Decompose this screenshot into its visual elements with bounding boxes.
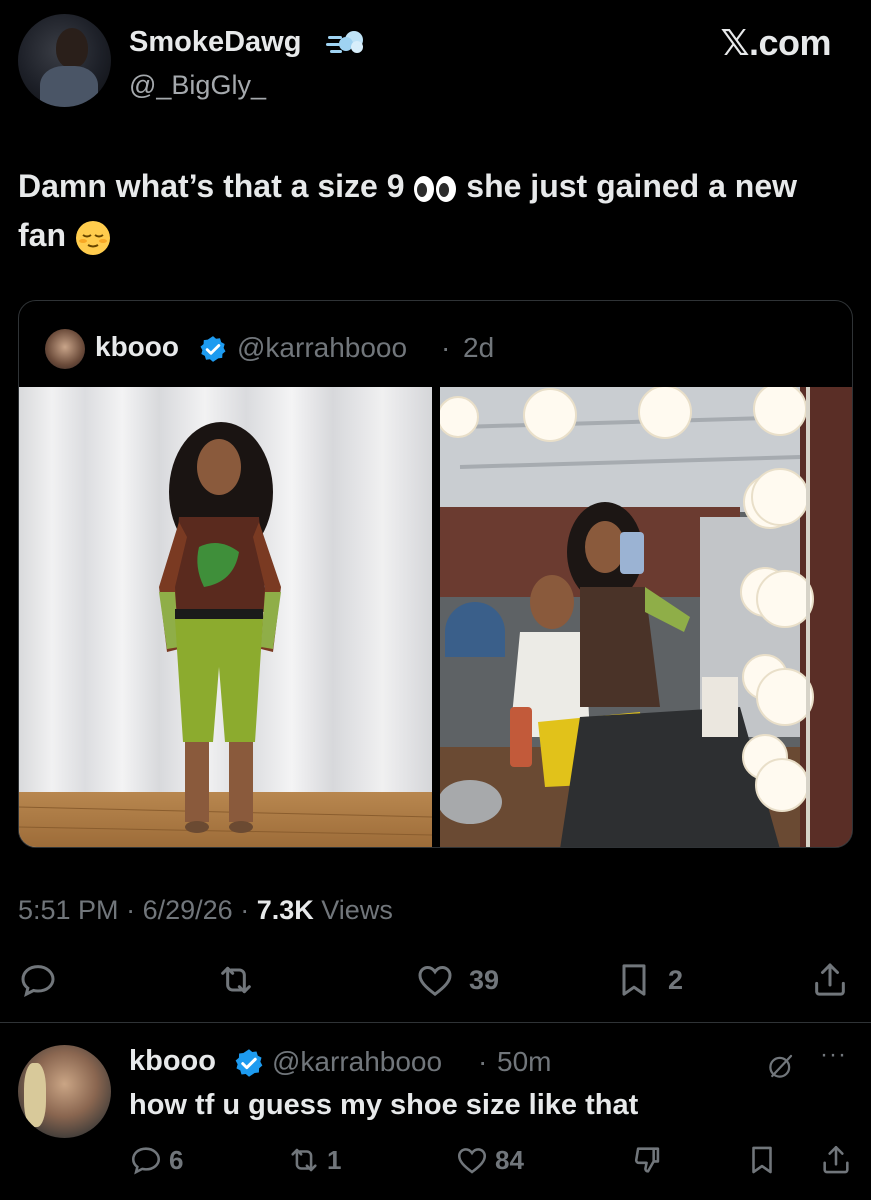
separator-dot: · [478, 1046, 488, 1077]
heart-icon [457, 1148, 487, 1174]
tweet-text-part1: Damn what’s that a size 9 [18, 168, 405, 204]
quoted-author-name[interactable]: kbooo [95, 331, 179, 363]
reply-reply-button[interactable]: 6 [129, 1141, 183, 1179]
verified-badge-icon [200, 336, 226, 362]
tweet-text: Damn what’s that a size 9 she just gaine… [18, 162, 838, 260]
reply-text: how tf u guess my shoe size like that [129, 1089, 639, 1121]
heart-icon [418, 965, 452, 997]
thumbs-down-icon [634, 1147, 660, 1173]
reply-share-button[interactable] [819, 1141, 853, 1179]
photo-1-illustration [19, 387, 432, 847]
reply-icon [21, 965, 55, 998]
relieved-face-emoji-icon [75, 220, 110, 255]
bookmark-icon [752, 1146, 772, 1174]
bookmark-icon [622, 964, 646, 996]
reply-like-button[interactable]: 84 [455, 1141, 524, 1179]
views-count: 7.3K [256, 895, 314, 925]
x-logo: 𝕏.com [720, 22, 831, 63]
more-options-button[interactable]: ··· [820, 1041, 847, 1069]
like-button[interactable]: 39 [415, 955, 499, 1005]
retweet-icon [291, 1148, 317, 1172]
reply-tweet[interactable]: kbooo @karrahbooo · 50m ··· how tf u gue… [18, 1041, 853, 1195]
bookmark-count: 2 [668, 964, 684, 995]
reply-icon [131, 1147, 161, 1175]
author-avatar[interactable] [18, 14, 111, 107]
tweet-time[interactable]: 5:51 PM [18, 895, 119, 925]
separator-dot: · [126, 895, 136, 925]
bookmark-button[interactable]: 2 [614, 955, 683, 1005]
author-name[interactable]: SmokeDawg [129, 26, 301, 59]
quoted-author-avatar[interactable] [45, 329, 85, 369]
tweet-header: SmokeDawg @_BigGly_ 𝕏.com [18, 14, 853, 110]
tweet-meta: 5:51 PM · 6/29/26 · 7.3K Views [18, 895, 393, 926]
eyes-emoji-icon [414, 175, 457, 202]
retweet-icon [221, 966, 251, 994]
separator-dot: · [240, 895, 250, 925]
quoted-tweet-header: kbooo @karrahbooo · 2d [45, 329, 825, 369]
reply-author-name[interactable]: kbooo [129, 1045, 216, 1078]
reply-bookmark-button[interactable] [745, 1141, 779, 1179]
grok-icon[interactable] [766, 1051, 796, 1081]
share-icon [823, 1145, 849, 1174]
retweet-button[interactable] [216, 955, 256, 1005]
share-icon [815, 963, 845, 996]
quoted-photo-1[interactable] [19, 387, 432, 847]
reply-retweet-count: 1 [327, 1144, 342, 1175]
share-button[interactable] [810, 955, 850, 1005]
dislike-button[interactable] [631, 1141, 665, 1179]
photo-2-illustration [440, 387, 852, 847]
quoted-timestamp[interactable]: 2d [463, 332, 494, 364]
reply-reply-count: 6 [169, 1144, 184, 1175]
views-label: Views [321, 895, 393, 925]
author-handle[interactable]: @_BigGly_ [129, 70, 266, 101]
dash-away-icon [326, 31, 363, 53]
tweet-date[interactable]: 6/29/26 [143, 895, 233, 925]
quoted-tweet-card[interactable]: kbooo @karrahbooo · 2d [18, 300, 853, 848]
reply-timestamp[interactable]: 50m [497, 1046, 551, 1078]
quoted-photo-2[interactable] [440, 387, 852, 847]
reply-action-bar: 6 1 84 [129, 1141, 853, 1181]
tweet-action-bar: 39 2 [18, 955, 853, 1010]
reply-button[interactable] [18, 955, 58, 1005]
verified-badge-icon [235, 1049, 263, 1077]
reply-retweet-button[interactable]: 1 [287, 1141, 341, 1179]
reply-author-avatar[interactable] [18, 1045, 111, 1138]
quoted-author-handle[interactable]: @karrahbooo [237, 332, 407, 364]
like-count: 39 [469, 964, 500, 995]
divider [0, 1022, 871, 1023]
reply-like-count: 84 [495, 1144, 524, 1175]
reply-author-handle[interactable]: @karrahbooo [272, 1046, 442, 1078]
separator-dot: · [441, 332, 451, 363]
